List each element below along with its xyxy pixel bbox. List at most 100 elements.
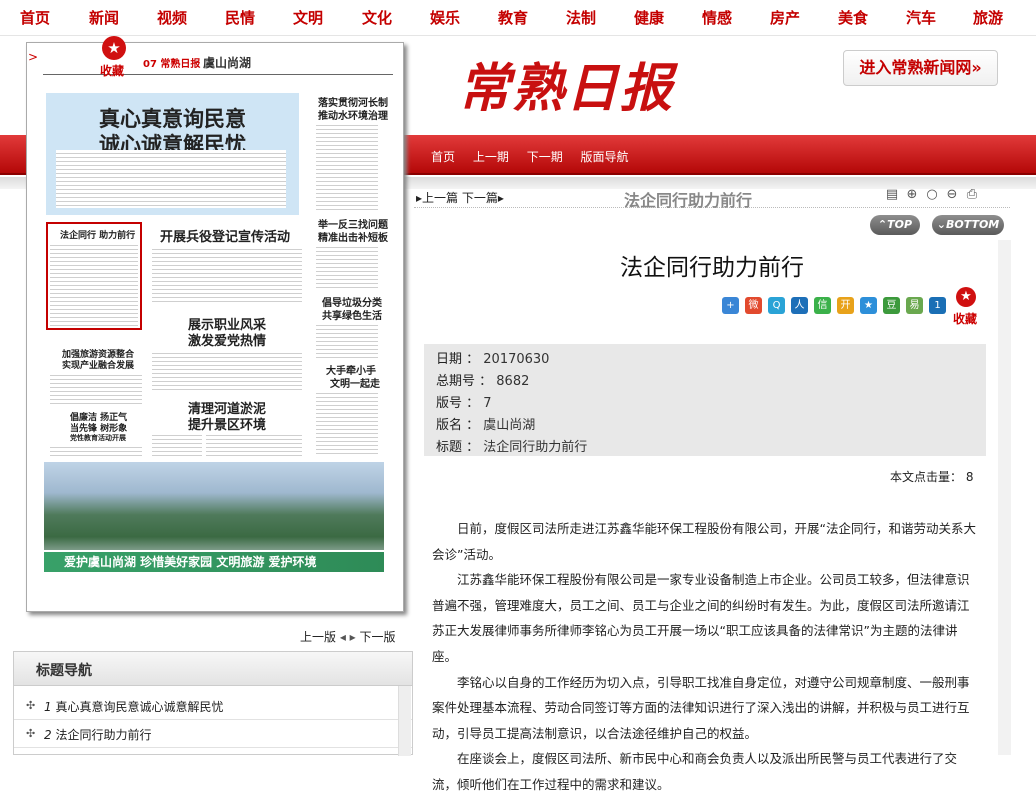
- topnav-item-culture[interactable]: 文化: [362, 7, 392, 28]
- page-navigation: 上一版 ◂ ▸ 下一版: [300, 628, 396, 645]
- masthead-logo: 常熟日报: [458, 58, 675, 119]
- job-headline-2: 激发爱党热情: [188, 334, 267, 349]
- meta-label: 版名: [436, 418, 463, 433]
- share-more-icon[interactable]: +: [722, 297, 739, 314]
- topnav-item-civility[interactable]: 文明: [293, 7, 323, 28]
- left-headline-2c: 党性教育活动开展: [70, 434, 126, 442]
- star-icon[interactable]: ★: [956, 287, 976, 307]
- side-text-1: [316, 122, 378, 210]
- title-navigation-panel: 标题导航 ✣ 1 真心真意询民意诚心诚意解民忧 ✣ 2 法企同行助力前行: [13, 651, 413, 756]
- prev-article-link[interactable]: 上一篇: [422, 191, 458, 205]
- topnav-item-news[interactable]: 新闻: [89, 7, 119, 28]
- zoom-reset-icon[interactable]: ○: [924, 187, 940, 203]
- meta-page-name: 版名 ： 虞山尚湖: [436, 418, 536, 433]
- go-to-bottom-button[interactable]: ⌄BOTTOM: [932, 215, 1004, 235]
- topnav-item-entertainment[interactable]: 娱乐: [430, 7, 460, 28]
- side-text-2: [316, 244, 378, 288]
- prev-page-link[interactable]: 上一版: [300, 630, 336, 644]
- back-to-top-label: TOP: [887, 218, 913, 231]
- share-yixin-icon[interactable]: 1: [929, 297, 946, 314]
- zoom-out-icon[interactable]: ⊖: [944, 187, 960, 203]
- title-nav-item-num: 2: [44, 728, 52, 742]
- legal-article-headline: 法企同行 助力前行: [60, 231, 136, 241]
- meta-value: 法企同行助力前行: [483, 440, 588, 455]
- bookmark-link[interactable]: 收藏: [100, 62, 124, 79]
- bullet-icon: ✣: [26, 699, 36, 712]
- article-meta-box: 日期 ： 20170630 总期号 ： 8682 版号 ： 7 版名 ： 虞山尚…: [424, 344, 986, 456]
- article-paragraph: 日前，度假区司法所走进江苏鑫华能环保工程股份有限公司，开展“法企同行，和谐劳动关…: [432, 521, 976, 562]
- side-text-4: [316, 390, 378, 456]
- job-text: [152, 350, 302, 392]
- title-nav-item[interactable]: ✣ 2 法企同行助力前行: [14, 720, 412, 748]
- top-navigation: 首页 新闻 视频 民情 文明 文化 娱乐 教育 法制 健康 情感 房产 美食 汽…: [0, 0, 1036, 36]
- article-title: 法企同行助力前行: [620, 255, 804, 281]
- side-text-3: [316, 322, 378, 358]
- lead-text-block: [56, 150, 286, 208]
- article-bookmark-link[interactable]: 收藏: [953, 310, 977, 327]
- topnav-item-video[interactable]: 视频: [157, 7, 187, 28]
- subnav-home[interactable]: 首页: [431, 150, 455, 164]
- title-nav-item-num: 1: [44, 700, 52, 714]
- topnav-item-travel[interactable]: 旅游: [973, 7, 1003, 28]
- share-renren-icon[interactable]: 人: [791, 297, 808, 314]
- visit-news-site-button[interactable]: 进入常熟新闻网»: [843, 50, 998, 86]
- topnav-item-home[interactable]: 首页: [20, 7, 50, 28]
- share-wechat-icon[interactable]: 信: [814, 297, 831, 314]
- share-netease-icon[interactable]: 易: [906, 297, 923, 314]
- issue-navigation: 首页 上一期 下一期 版面导航: [431, 148, 643, 165]
- share-qzone-icon[interactable]: Q: [768, 297, 785, 314]
- back-to-top-button[interactable]: ⌃TOP: [870, 215, 920, 235]
- topnav-item-health[interactable]: 健康: [634, 7, 664, 28]
- zoom-in-icon[interactable]: ⊕: [904, 187, 920, 203]
- title-navigation-header: 标题导航: [14, 652, 412, 686]
- left-headline-1b: 实现产业融合发展: [62, 361, 135, 371]
- share-douban-icon[interactable]: 豆: [883, 297, 900, 314]
- arrow-right-icon: >: [28, 50, 39, 64]
- article-scrollbar[interactable]: [998, 240, 1011, 755]
- title-nav-item-title: 法企同行助力前行: [55, 728, 152, 742]
- topnav-item-law[interactable]: 法制: [566, 7, 596, 28]
- title-navigation-heading: 标题导航: [36, 663, 92, 679]
- subnav-next-issue[interactable]: 下一期: [527, 150, 563, 164]
- subnav-page-nav[interactable]: 版面导航: [581, 150, 629, 164]
- meta-value: 20170630: [483, 352, 550, 367]
- meta-value: 7: [483, 396, 492, 411]
- share-tencent-icon[interactable]: ★: [860, 297, 877, 314]
- mid-text-small: [152, 432, 202, 458]
- topnav-item-education[interactable]: 教育: [498, 7, 528, 28]
- lake-photo: [44, 462, 384, 550]
- share-weibo-icon[interactable]: 微: [745, 297, 762, 314]
- meta-date: 日期 ： 20170630: [436, 352, 550, 367]
- topnav-item-food[interactable]: 美食: [838, 7, 868, 28]
- side-headline-2b: 精准出击补短板: [318, 233, 388, 244]
- share-kaixin-icon[interactable]: 开: [837, 297, 854, 314]
- next-page-link[interactable]: 下一版: [360, 630, 396, 644]
- article-paragraph: 江苏鑫华能环保工程股份有限公司是一家专业设备制造上市企业。公司员工较多，但法律意…: [432, 572, 970, 664]
- enlist-text: [152, 246, 302, 302]
- article-paragraph: 在座谈会上，度假区司法所、新市民中心和商会负责人以及派出所民警与员工代表进行了交…: [432, 751, 958, 792]
- paper-page-number: 07 常熟日报: [143, 59, 201, 70]
- title-nav-item-title: 真心真意询民意诚心诚意解民忧: [55, 700, 224, 714]
- subnav-prev-issue[interactable]: 上一期: [473, 150, 509, 164]
- river-text: [206, 432, 302, 458]
- left-text-2: [50, 444, 142, 458]
- legal-article-text: [50, 242, 138, 326]
- click-count-value: 8: [965, 470, 974, 484]
- enlist-headline: 开展兵役登记宣传活动: [160, 230, 291, 245]
- star-icon[interactable]: ★: [102, 36, 126, 60]
- topnav-item-public[interactable]: 民情: [225, 7, 255, 28]
- next-article-link[interactable]: 下一篇: [462, 191, 498, 205]
- article-toolbar: ▸上一篇 下一篇▸ 法企同行助力前行: [414, 184, 1010, 210]
- meta-value: 8682: [496, 374, 530, 389]
- topnav-item-auto[interactable]: 汽车: [906, 7, 936, 28]
- article-body: 日前，度假区司法所走进江苏鑫华能环保工程股份有限公司，开展“法企同行，和谐劳动关…: [432, 516, 978, 798]
- left-text-1: [50, 372, 142, 404]
- topnav-item-emotion[interactable]: 情感: [702, 7, 732, 28]
- title-nav-item[interactable]: ✣ 1 真心真意询民意诚心诚意解民忧: [14, 692, 412, 720]
- article-paragraph: 李铭心以自身的工作经历为切入点，引导职工找准自身定位，对遵守公司规章制度、一般刑…: [432, 674, 970, 741]
- document-icon[interactable]: ▤: [884, 187, 900, 203]
- meta-label: 版号: [436, 396, 463, 411]
- print-icon[interactable]: ⎙: [964, 187, 980, 203]
- title-nav-scrollbar[interactable]: [398, 686, 411, 756]
- topnav-item-realestate[interactable]: 房产: [770, 7, 800, 28]
